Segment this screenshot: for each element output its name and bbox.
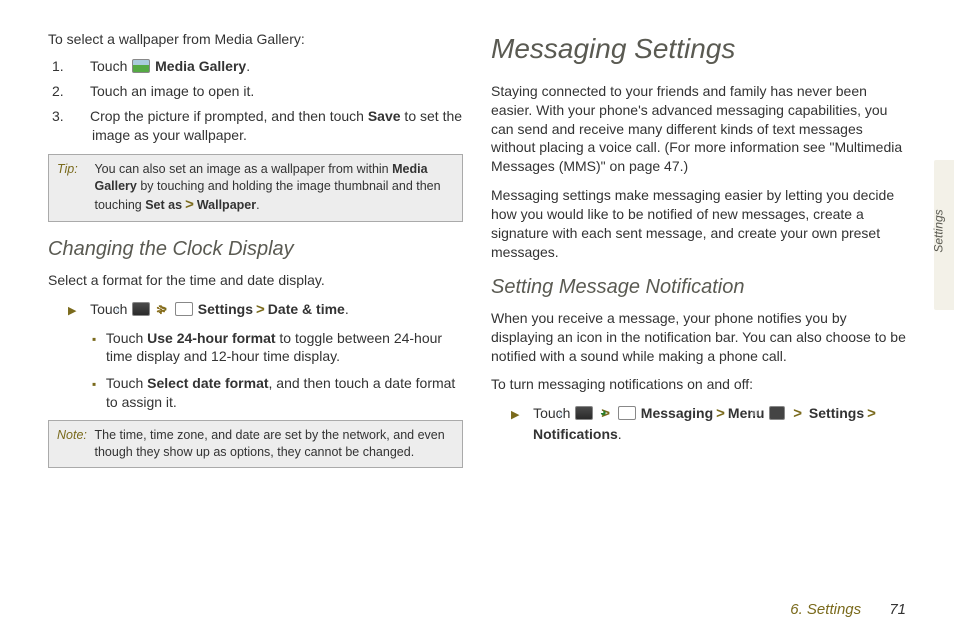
media-gallery-icon [132, 59, 150, 73]
step-1: 1.Touch Media Gallery. [72, 57, 463, 76]
footer-page: 71 [889, 601, 906, 618]
right-column: Messaging Settings Staying connected to … [491, 30, 906, 482]
menu-icon [769, 406, 785, 420]
note-body: The time, time zone, and date are set by… [94, 427, 449, 461]
clock-sub-2: Touch Select date format, and then touch… [48, 374, 463, 412]
note-label: Note: [57, 427, 91, 444]
clock-sub-1: Touch Use 24-hour format to toggle betwe… [48, 329, 463, 367]
notification-p: When you receive a message, your phone n… [491, 309, 906, 366]
messaging-title: Messaging Settings [491, 30, 906, 68]
page-footer: 6. Settings 71 [790, 601, 906, 618]
notification-heading: Setting Message Notification [491, 274, 906, 301]
messaging-icon [618, 406, 636, 420]
wallpaper-intro: To select a wallpaper from Media Gallery… [48, 30, 463, 49]
app-icon [575, 406, 593, 420]
step-2: 2.Touch an image to open it. [72, 82, 463, 101]
side-tab-label: Settings [932, 209, 946, 252]
notification-touch-line: Touch > Messaging>Menu > Settings> Notif… [491, 404, 906, 443]
step-3: 3.Crop the picture if prompted, and then… [72, 107, 463, 145]
app-icon [132, 302, 150, 316]
note-box: Note: The time, time zone, and date are … [48, 420, 463, 468]
messaging-p2: Messaging settings make messaging easier… [491, 186, 906, 262]
notification-instr: To turn messaging notifications on and o… [491, 375, 906, 394]
footer-chapter: 6. Settings [790, 601, 861, 618]
wallpaper-steps: 1.Touch Media Gallery. 2.Touch an image … [48, 57, 463, 145]
side-tab: Settings [934, 160, 954, 310]
left-column: To select a wallpaper from Media Gallery… [48, 30, 463, 482]
clock-heading: Changing the Clock Display [48, 236, 463, 263]
tip-label: Tip: [57, 161, 91, 178]
messaging-p1: Staying connected to your friends and fa… [491, 82, 906, 176]
tip-body: You can also set an image as a wallpaper… [94, 161, 449, 215]
clock-touch-line: Touch > Settings>Date & time. [48, 300, 463, 320]
page-content: To select a wallpaper from Media Gallery… [0, 0, 954, 492]
clock-intro: Select a format for the time and date di… [48, 271, 463, 290]
tip-box: Tip: You can also set an image as a wall… [48, 154, 463, 222]
settings-icon [175, 302, 193, 316]
